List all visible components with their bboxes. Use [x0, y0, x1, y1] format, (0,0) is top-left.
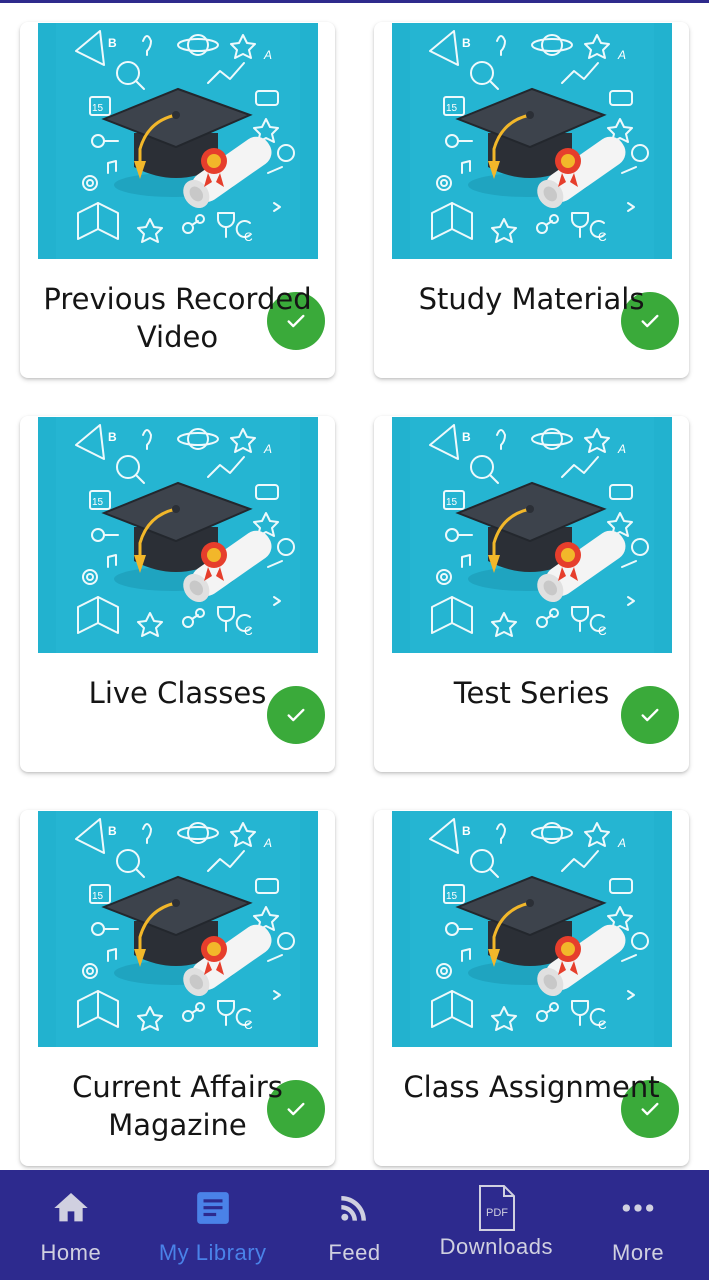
library-card-live-classes[interactable]: B A 15 C Live Classes	[20, 416, 335, 772]
calendar-day: 15	[92, 891, 104, 902]
doodle-letter-c: C	[244, 624, 253, 638]
doodle-letter-a: A	[617, 48, 626, 62]
course-thumbnail: B A 15 C	[392, 417, 672, 653]
more-dots-icon	[618, 1186, 658, 1230]
nav-more[interactable]: More	[567, 1170, 709, 1280]
doodle-letter-b: B	[462, 824, 471, 838]
card-title: Test Series	[453, 676, 610, 710]
card-title: Previous Recorded Video	[43, 282, 312, 354]
doodle-letter-c: C	[244, 230, 253, 244]
course-thumbnail: B A 15 C	[38, 417, 318, 653]
card-title: Class Assignment	[403, 1070, 660, 1104]
nav-downloads[interactable]: PDF Downloads	[425, 1170, 567, 1280]
doodle-letter-c: C	[244, 1018, 253, 1032]
library-card-previous-recorded-video[interactable]: B A 15 C Previous Recorded Video	[20, 22, 335, 378]
course-thumbnail: B A 15 C	[38, 23, 318, 259]
card-title: Current Affairs Magazine	[72, 1070, 283, 1142]
nav-more-label: More	[612, 1240, 665, 1265]
doodle-letter-b: B	[462, 430, 471, 444]
card-title: Study Materials	[418, 282, 645, 316]
doodle-letter-b: B	[108, 36, 117, 50]
calendar-day: 15	[92, 103, 104, 114]
course-thumbnail: B A 15 C	[392, 23, 672, 259]
nav-feed-label: Feed	[328, 1240, 381, 1265]
doodle-letter-a: A	[617, 836, 626, 850]
nav-feed[interactable]: Feed	[284, 1170, 426, 1280]
calendar-day: 15	[446, 891, 458, 902]
library-card-current-affairs-magazine[interactable]: B A 15 C Current Affairs Magazine	[20, 810, 335, 1166]
doodle-letter-a: A	[617, 442, 626, 456]
library-icon	[194, 1186, 232, 1230]
calendar-day: 15	[92, 497, 104, 508]
rss-feed-icon	[335, 1186, 373, 1230]
doodle-letter-c: C	[598, 624, 607, 638]
nav-home[interactable]: Home	[0, 1170, 142, 1280]
course-thumbnail: B A 15 C	[38, 811, 318, 1047]
doodle-letter-b: B	[462, 36, 471, 50]
library-card-class-assignment[interactable]: B A 15 C Class Assignment	[374, 810, 689, 1166]
course-thumbnail: B A 15 C	[392, 811, 672, 1047]
pdf-document-icon: PDF	[474, 1185, 518, 1231]
home-icon	[51, 1186, 91, 1230]
library-card-test-series[interactable]: B A 15 C Test Series	[374, 416, 689, 772]
doodle-letter-c: C	[598, 1018, 607, 1032]
doodle-letter-b: B	[108, 430, 117, 444]
nav-my-library-label: My Library	[158, 1240, 267, 1265]
doodle-letter-a: A	[263, 48, 272, 62]
pdf-label: PDF	[486, 1207, 508, 1219]
library-card-study-materials[interactable]: B A 15 C Study Materials	[374, 22, 689, 378]
calendar-day: 15	[446, 103, 458, 114]
library-grid: B A 15 C Previous Recorded Video B A 15 …	[0, 0, 709, 1170]
doodle-letter-b: B	[108, 824, 117, 838]
nav-my-library[interactable]: My Library	[142, 1170, 284, 1280]
bottom-navigation: Home My Library Feed PDF Downloads More	[0, 1170, 709, 1280]
calendar-day: 15	[446, 497, 458, 508]
doodle-letter-a: A	[263, 442, 272, 456]
nav-downloads-label: Downloads	[439, 1234, 553, 1259]
card-title: Live Classes	[88, 676, 267, 710]
nav-home-label: Home	[40, 1240, 102, 1265]
doodle-letter-c: C	[598, 230, 607, 244]
doodle-letter-a: A	[263, 836, 272, 850]
